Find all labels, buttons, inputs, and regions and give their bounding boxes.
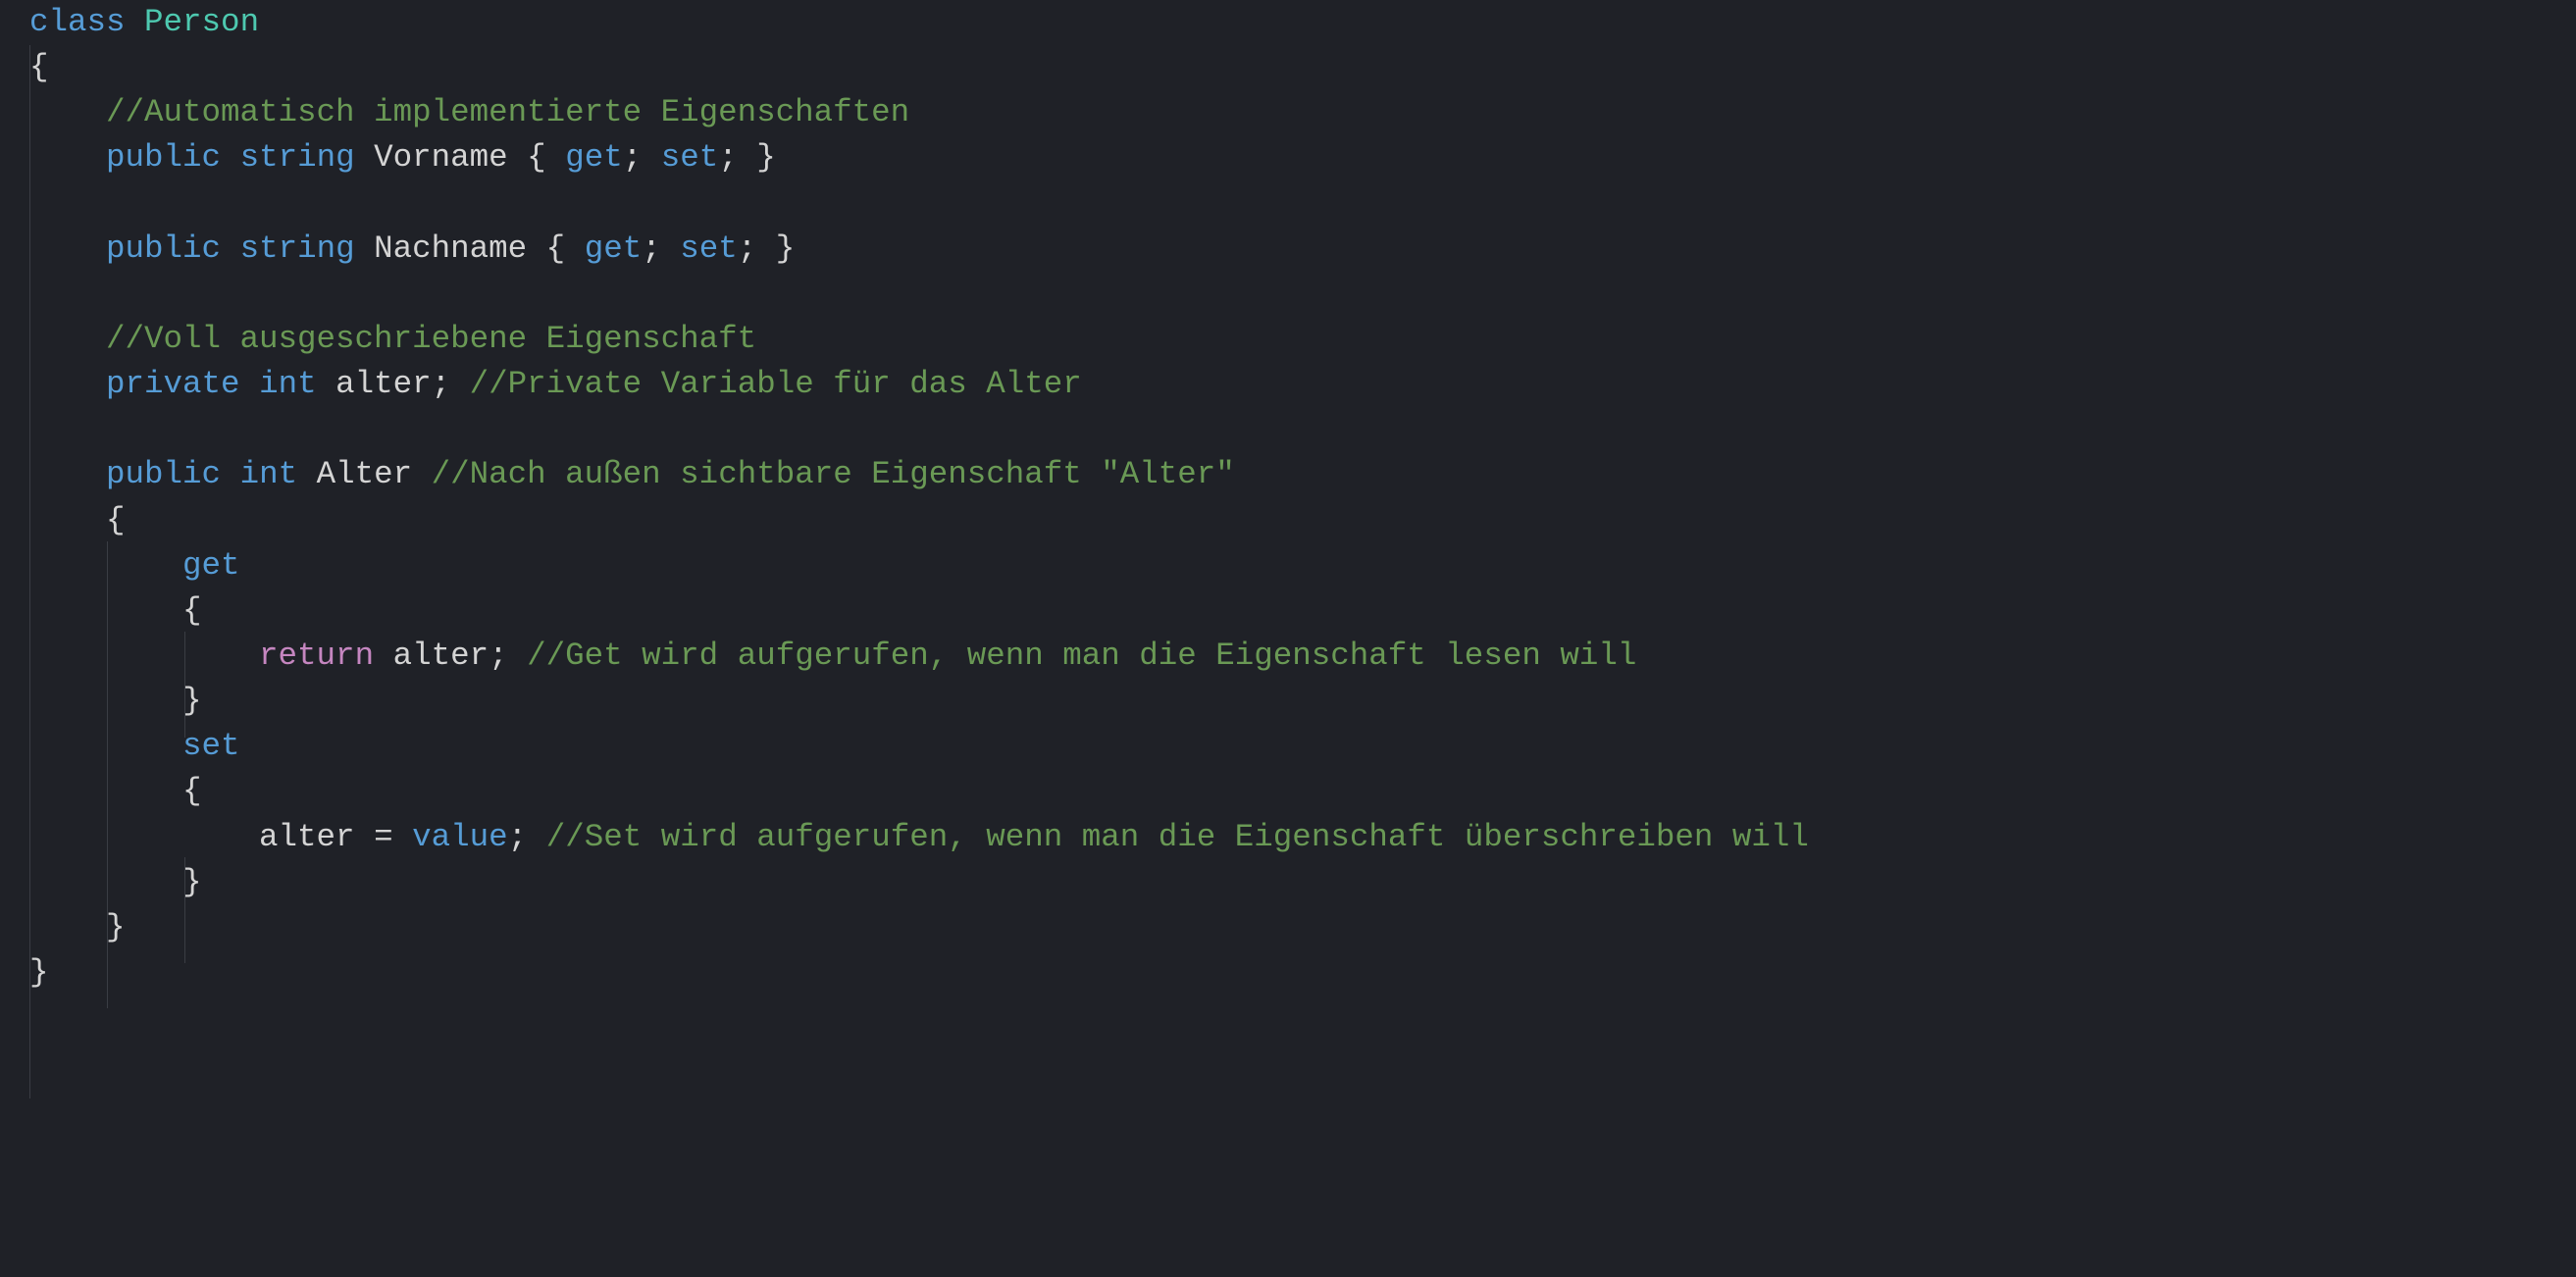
comment: //Get wird aufgerufen, wenn man die Eige… [527,638,1636,674]
brace-open: { [29,49,49,85]
brace-close: } [29,954,49,991]
code-line: } [29,683,202,719]
comment: //Voll ausgeschriebene Eigenschaft [106,321,756,357]
identifier-nachname: Nachname [374,230,527,267]
code-line: { [29,502,126,538]
semicolon: ; [642,230,661,267]
keyword-class: class [29,4,126,40]
code-line: alter = value; //Set wird aufgerufen, we… [29,819,1809,855]
brace-close: } [106,909,126,945]
keyword-get: get [565,139,623,176]
keyword-public: public [106,456,221,492]
keyword-public: public [106,139,221,176]
comment: //Set wird aufgerufen, wenn man die Eige… [546,819,1809,855]
code-line: private int alter; //Private Variable fü… [29,366,1082,402]
code-line: } [29,909,126,945]
code-editor[interactable]: class Person { //Automatisch implementie… [0,0,2576,996]
brace-open: { [546,230,566,267]
code-line: get [29,547,240,584]
identifier-vorname: Vorname [374,139,508,176]
keyword-value: value [412,819,508,855]
brace-open: { [527,139,546,176]
comment: //Nach außen sichtbare Eigenschaft "Alte… [432,456,1235,492]
code-line: //Voll ausgeschriebene Eigenschaft [29,321,756,357]
keyword-public: public [106,230,221,267]
keyword-get: get [182,547,240,584]
code-line: class Person [29,4,259,40]
brace-close: } [182,864,202,900]
code-line: } [29,954,49,991]
brace-open: { [182,773,202,809]
keyword-get: get [585,230,643,267]
identifier-alter-prop: Alter [317,456,413,492]
code-line: } [29,864,202,900]
semicolon: ; [489,638,508,674]
brace-close: } [776,230,796,267]
code-line: public string Vorname { get; set; } [29,139,776,176]
code-line: { [29,49,49,85]
code-line: public int Alter //Nach außen sichtbare … [29,456,1235,492]
code-line: { [29,773,202,809]
semicolon: ; [508,819,528,855]
identifier-alter: alter [335,366,432,402]
semicolon: ; [623,139,643,176]
keyword-int: int [240,456,298,492]
identifier-alter: alter [393,638,489,674]
semicolon: ; [718,139,738,176]
keyword-set: set [661,139,719,176]
keyword-string: string [240,230,355,267]
comment: //Private Variable für das Alter [470,366,1082,402]
code-line: { [29,592,202,629]
identifier-alter: alter [259,819,355,855]
code-line: return alter; //Get wird aufgerufen, wen… [29,638,1636,674]
semicolon: ; [432,366,451,402]
brace-open: { [182,592,202,629]
code-line: set [29,728,240,764]
keyword-set: set [680,230,738,267]
keyword-int: int [259,366,317,402]
keyword-set: set [182,728,240,764]
keyword-private: private [106,366,240,402]
brace-close: } [756,139,776,176]
comment: //Automatisch implementierte Eigenschaft… [106,94,909,130]
brace-close: } [182,683,202,719]
type-person: Person [144,4,259,40]
brace-open: { [106,502,126,538]
equals: = [374,819,393,855]
keyword-string: string [240,139,355,176]
keyword-return: return [259,638,374,674]
code-line: //Automatisch implementierte Eigenschaft… [29,94,909,130]
semicolon: ; [738,230,757,267]
code-line: public string Nachname { get; set; } [29,230,795,267]
